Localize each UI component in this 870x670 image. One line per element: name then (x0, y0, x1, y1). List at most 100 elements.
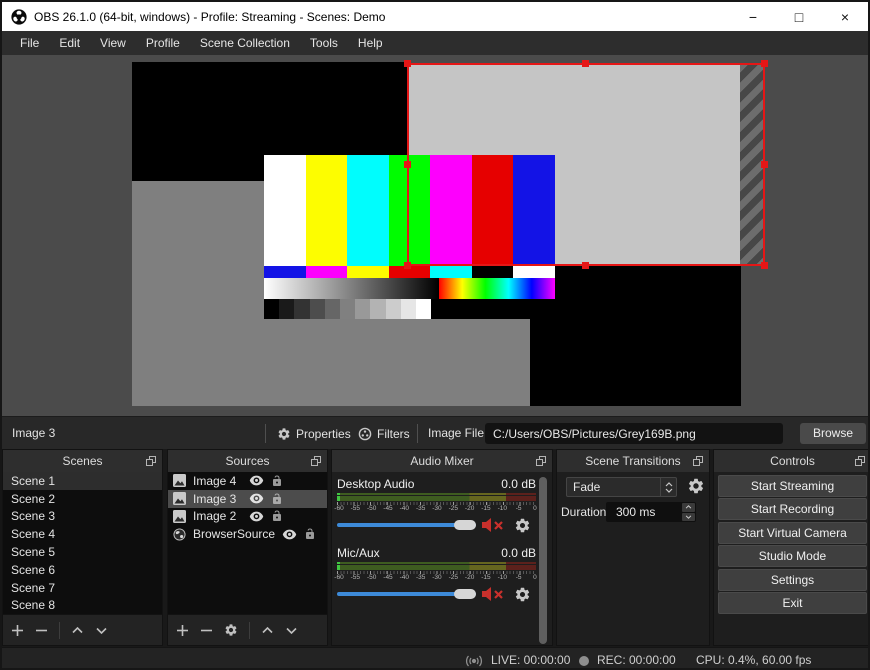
browse-button[interactable]: Browse (800, 423, 866, 444)
scene-list-item[interactable]: Scene 2 (3, 490, 162, 508)
scene-black-rect-bottom-mid (530, 319, 555, 406)
image-file-input[interactable] (485, 423, 783, 444)
image-source-icon (173, 492, 186, 506)
scene-list-item[interactable]: Scene 1 (3, 472, 162, 490)
lock-open-icon[interactable] (271, 510, 283, 522)
scene-gray-rect-bottom (264, 319, 530, 406)
minimize-button[interactable]: − (730, 2, 776, 31)
dock-float-icon[interactable] (146, 456, 156, 466)
dock-float-icon[interactable] (693, 456, 703, 466)
start-virtual-camera-button[interactable]: Start Virtual Camera (718, 522, 867, 544)
volume-slider[interactable] (337, 585, 476, 603)
add-scene-button[interactable] (11, 624, 24, 637)
volume-meter (337, 493, 536, 495)
remove-source-button[interactable] (200, 624, 213, 637)
titlebar: OBS 26.1.0 (64-bit, windows) - Profile: … (2, 2, 868, 31)
duration-decrease-button[interactable] (682, 512, 695, 521)
selection-handle-top-left[interactable] (404, 60, 411, 67)
source-list-item[interactable]: Image 3 (168, 489, 327, 508)
channel-gear-icon[interactable] (514, 517, 531, 534)
source-list-item[interactable]: Image 4 (168, 472, 327, 490)
obs-logo-icon (11, 8, 27, 25)
scene-list-item[interactable]: Scene 8 (3, 597, 162, 614)
menu-item-profile[interactable]: Profile (136, 31, 190, 55)
settings-button[interactable]: Settings (718, 569, 867, 591)
source-properties-gear-button[interactable] (224, 623, 238, 637)
dock-float-icon[interactable] (536, 456, 546, 466)
mute-button[interactable] (481, 586, 507, 602)
studio-mode-button[interactable]: Studio Mode (718, 545, 867, 567)
channel-gear-icon[interactable] (514, 586, 531, 603)
lock-open-icon[interactable] (304, 528, 316, 540)
duration-increase-button[interactable] (682, 503, 695, 512)
mixer-scrollbar[interactable] (539, 477, 547, 644)
visibility-eye-icon[interactable] (249, 493, 264, 504)
selection-handle-mid-left[interactable] (404, 161, 411, 168)
image-source-icon (173, 474, 186, 488)
scene-list-item[interactable]: Scene 5 (3, 543, 162, 561)
menubar: File Edit View Profile Scene Collection … (2, 31, 868, 55)
scene-list-item[interactable]: Scene 6 (3, 561, 162, 579)
filters-icon (358, 427, 372, 441)
start-streaming-button[interactable]: Start Streaming (718, 475, 867, 497)
menu-item-tools[interactable]: Tools (300, 31, 348, 55)
close-button[interactable]: × (822, 2, 868, 31)
dock-float-icon[interactable] (855, 456, 865, 466)
volume-slider-handle[interactable] (454, 520, 476, 530)
separator (249, 621, 250, 639)
lock-open-icon[interactable] (271, 493, 283, 505)
scene-list-item[interactable]: Scene 7 (3, 579, 162, 597)
volume-slider[interactable] (337, 516, 476, 534)
source-toolbar: Image 3 Properties Filters Image File Br… (2, 416, 868, 449)
volume-slider-handle[interactable] (454, 589, 476, 599)
move-source-down-button[interactable] (285, 624, 298, 637)
transitions-panel-title: Scene Transitions (585, 454, 681, 468)
move-scene-up-button[interactable] (71, 624, 84, 637)
scene-list-item[interactable]: Scene 4 (3, 525, 162, 543)
remove-scene-button[interactable] (35, 624, 48, 637)
properties-label: Properties (296, 426, 351, 441)
source-list-item[interactable]: Image 2 (168, 508, 327, 526)
move-scene-down-button[interactable] (95, 624, 108, 637)
source-list-item[interactable]: BrowserSource (168, 525, 327, 543)
selection-handle-bottom-mid[interactable] (582, 262, 589, 269)
filters-button[interactable]: Filters (358, 417, 410, 450)
selection-handle-mid-right[interactable] (761, 161, 768, 168)
start-recording-button[interactable]: Start Recording (718, 498, 867, 520)
selection-handle-top-mid[interactable] (582, 60, 589, 67)
source-selection-box[interactable] (407, 63, 765, 266)
audio-mixer-panel: Audio Mixer Desktop Audio 0.0 dB -60 -55-… (331, 449, 553, 646)
transition-select[interactable]: Fade (566, 477, 677, 497)
scene-list-item[interactable]: Scene 3 (3, 508, 162, 526)
controls-panel-header: Controls (714, 450, 868, 472)
transition-properties-gear-button[interactable] (687, 477, 705, 495)
lock-open-icon[interactable] (271, 475, 283, 487)
properties-button[interactable]: Properties (277, 417, 351, 450)
sources-list: Image 4 Image 3 Image 2 BrowserSource (168, 472, 327, 614)
selection-handle-top-right[interactable] (761, 60, 768, 67)
visibility-eye-icon[interactable] (249, 475, 264, 486)
duration-spinbox[interactable]: 300 ms (606, 502, 696, 522)
sources-panel-title: Sources (225, 454, 270, 468)
visibility-eye-icon[interactable] (249, 511, 264, 522)
menu-item-view[interactable]: View (90, 31, 136, 55)
source-name: Image 3 (193, 491, 237, 506)
separator (265, 424, 266, 443)
statusbar: LIVE: 00:00:00 REC: 00:00:00 CPU: 0.4%, … (2, 647, 868, 668)
move-source-up-button[interactable] (261, 624, 274, 637)
mute-button[interactable] (481, 517, 507, 533)
exit-button[interactable]: Exit (718, 592, 867, 614)
dock-float-icon[interactable] (311, 456, 321, 466)
menu-item-help[interactable]: Help (348, 31, 393, 55)
maximize-button[interactable]: □ (776, 2, 822, 31)
menu-item-edit[interactable]: Edit (49, 31, 90, 55)
live-time: LIVE: 00:00:00 (491, 653, 571, 667)
preview-canvas[interactable] (2, 55, 868, 416)
selection-handle-bottom-right[interactable] (761, 262, 768, 269)
volume-meter (337, 562, 536, 564)
visibility-eye-icon[interactable] (282, 529, 297, 540)
menu-item-scene-collection[interactable]: Scene Collection (190, 31, 300, 55)
menu-item-file[interactable]: File (10, 31, 49, 55)
selection-handle-bottom-left[interactable] (404, 262, 411, 269)
add-source-button[interactable] (176, 624, 189, 637)
